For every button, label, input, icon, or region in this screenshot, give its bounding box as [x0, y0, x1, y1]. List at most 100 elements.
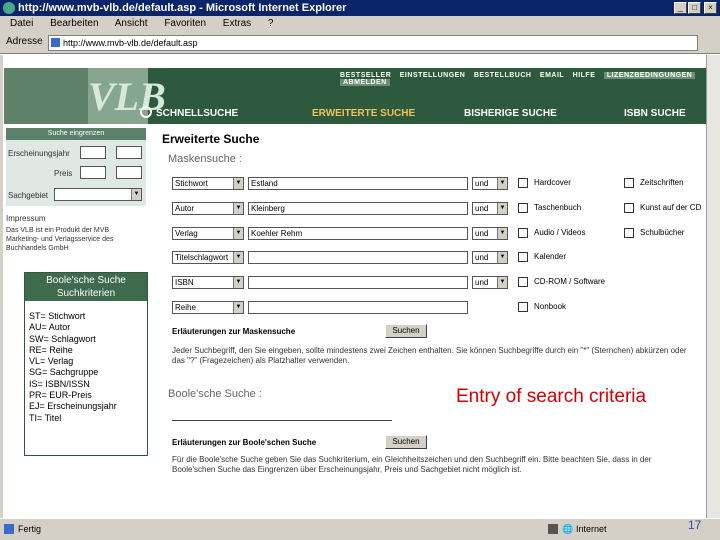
maximize-button[interactable]: □ [688, 2, 701, 14]
checkbox-zeitschriften[interactable] [624, 178, 634, 188]
operator-select-2[interactable]: und ▼ [472, 202, 508, 215]
criterion-sg: SG= Sachgruppe [29, 367, 99, 378]
menu-view[interactable]: Ansicht [115, 18, 148, 29]
tab-schnellsuche[interactable]: SCHNELLSUCHE [156, 108, 238, 119]
nav-email[interactable]: EMAIL [540, 72, 564, 79]
chevron-down-icon: ▼ [497, 277, 507, 288]
minimize-button[interactable]: _ [674, 2, 687, 14]
menu-edit[interactable]: Bearbeiten [50, 18, 98, 29]
label-price: Preis [54, 169, 73, 178]
address-bar: Adresse http://www.mvb-vlb.de/default.as… [0, 32, 720, 54]
subject-select[interactable]: ▼ [54, 188, 142, 201]
criterion-au: AU= Autor [29, 322, 71, 333]
mask-search-button[interactable]: Suchen [385, 324, 427, 338]
search-term-input-4[interactable] [248, 251, 468, 264]
nav-abmelden[interactable]: ABMELDEN [340, 79, 390, 86]
criterion-re: RE= Reihe [29, 344, 73, 355]
boolean-note: Für die Boole'sche Suche geben Sie das S… [172, 455, 652, 474]
about-text: Das VLB ist ein Produkt der MVB Marketin… [6, 227, 114, 252]
boolean-explain-link[interactable]: Erläuterungen zur Boole'schen Suche [172, 438, 316, 447]
menu-bar: Datei Bearbeiten Ansicht Favoriten Extra… [0, 16, 720, 32]
year-to-input[interactable] [116, 146, 142, 159]
operator-select-1[interactable]: und ▼ [472, 177, 508, 190]
search-term-input-5[interactable] [248, 276, 468, 289]
field-select-5[interactable]: ISBN ▼ [172, 276, 244, 289]
chevron-down-icon: ▼ [497, 178, 507, 189]
menu-file[interactable]: Datei [10, 18, 33, 29]
field-select-2[interactable]: Autor ▼ [172, 202, 244, 215]
nav-hilfe[interactable]: HILFE [573, 72, 596, 79]
criterion-ej: EJ= Erscheinungsjahr [29, 401, 117, 412]
close-button[interactable]: × [704, 2, 717, 14]
search-term-input-6[interactable] [248, 301, 468, 314]
vertical-scrollbar[interactable] [706, 55, 720, 518]
label-zeitschriften: Zeitschriften [640, 178, 684, 187]
address-label: Adresse [6, 36, 43, 47]
field-select-4[interactable]: Titelschlagwort ▼ [172, 251, 244, 264]
checkbox-taschenbuch[interactable] [518, 203, 528, 213]
criterion-vl: VL= Verlag [29, 356, 74, 367]
criterion-ti: TI= Titel [29, 412, 62, 423]
checkbox-schulbuecher[interactable] [624, 228, 634, 238]
label-audio-video: Audio / Videos [534, 228, 586, 237]
nav-lizenz[interactable]: LIZENZBEDINGUNGEN [603, 72, 696, 79]
mask-explain-link[interactable]: Erläuterungen zur Maskensuche [172, 327, 295, 336]
tab-erweiterte-suche[interactable]: ERWEITERTE SUCHE [312, 108, 415, 119]
label-taschenbuch: Taschenbuch [534, 203, 582, 212]
search-icon [140, 106, 152, 118]
mask-search-label: Maskensuche : [168, 153, 242, 165]
chevron-down-icon: ▼ [497, 252, 507, 263]
price-to-input[interactable] [116, 166, 142, 179]
imprint-link[interactable]: Impressum [6, 214, 142, 224]
tab-bisherige-suche[interactable]: BISHERIGE SUCHE [464, 108, 557, 119]
operator-select-3[interactable]: und ▼ [472, 227, 508, 240]
chevron-down-icon: ▼ [233, 203, 243, 214]
checkbox-kalender[interactable] [518, 252, 528, 262]
price-from-input[interactable] [80, 166, 106, 179]
checkbox-hardcover[interactable] [518, 178, 528, 188]
operator-select-5[interactable]: und ▼ [472, 276, 508, 289]
label-cdrom: CD-ROM / Software [534, 277, 606, 286]
field-select-3[interactable]: Verlag ▼ [172, 227, 244, 240]
page-title: Erweiterte Suche [162, 132, 260, 146]
window-title: http://www.mvb-vlb.de/default.asp - Micr… [18, 2, 347, 14]
status-bar: Fertig 🌐 Internet [0, 518, 720, 540]
checkbox-cdrom[interactable] [518, 277, 528, 287]
tab-isbn-suche[interactable]: ISBN SUCHE [624, 108, 686, 119]
zone-text: Internet [576, 524, 607, 534]
search-term-input-3[interactable]: Koehler Rehm [248, 227, 468, 240]
vlb-logo: VLB [88, 74, 166, 119]
boolean-search-input[interactable] [172, 420, 392, 421]
boolean-search-button[interactable]: Suchen [385, 435, 427, 449]
boolean-box-subtitle: Suchkriterien [56, 288, 116, 299]
search-term-input-1[interactable]: Estland [248, 177, 468, 190]
nav-bestellbuch[interactable]: BESTELLBUCH [474, 72, 532, 79]
mask-note: Jeder Suchbegriff, den Sie eingeben, sol… [172, 346, 687, 365]
menu-help[interactable]: ? [268, 18, 274, 29]
menu-favorites[interactable]: Favoriten [164, 18, 206, 29]
chevron-down-icon: ▼ [497, 228, 507, 239]
checkbox-nonbook[interactable] [518, 302, 528, 312]
search-term-input-2[interactable]: Kleinberg [248, 202, 468, 215]
label-schulbuecher: Schulbücher [640, 228, 685, 237]
menu-tools[interactable]: Extras [223, 18, 251, 29]
criterion-pr: PR= EUR-Preis [29, 390, 92, 401]
top-nav-links: BESTSELLER EINSTELLUNGEN BESTELLBUCH EMA… [340, 72, 720, 86]
nav-einstellungen[interactable]: EINSTELLUNGEN [400, 72, 466, 79]
field-select-1[interactable]: Stichwort ▼ [172, 177, 244, 190]
checkbox-kunst[interactable] [624, 203, 634, 213]
chevron-down-icon: ▼ [233, 277, 243, 288]
field-select-6[interactable]: Reihe ▼ [172, 301, 244, 314]
boolean-box-title: Boole'sche Suche [46, 275, 126, 286]
browser-icon [3, 2, 15, 14]
address-input[interactable]: http://www.mvb-vlb.de/default.asp [48, 35, 698, 51]
criterion-sw: SW= Schlagwort [29, 333, 96, 344]
chevron-down-icon: ▼ [233, 178, 243, 189]
chevron-down-icon: ▼ [233, 252, 243, 263]
operator-select-4[interactable]: und ▼ [472, 251, 508, 264]
chevron-down-icon: ▼ [233, 302, 243, 313]
year-from-input[interactable] [80, 146, 106, 159]
label-subject: Sachgebiet [8, 191, 49, 200]
nav-bestseller[interactable]: BESTSELLER [340, 72, 391, 79]
checkbox-audio-video[interactable] [518, 228, 528, 238]
